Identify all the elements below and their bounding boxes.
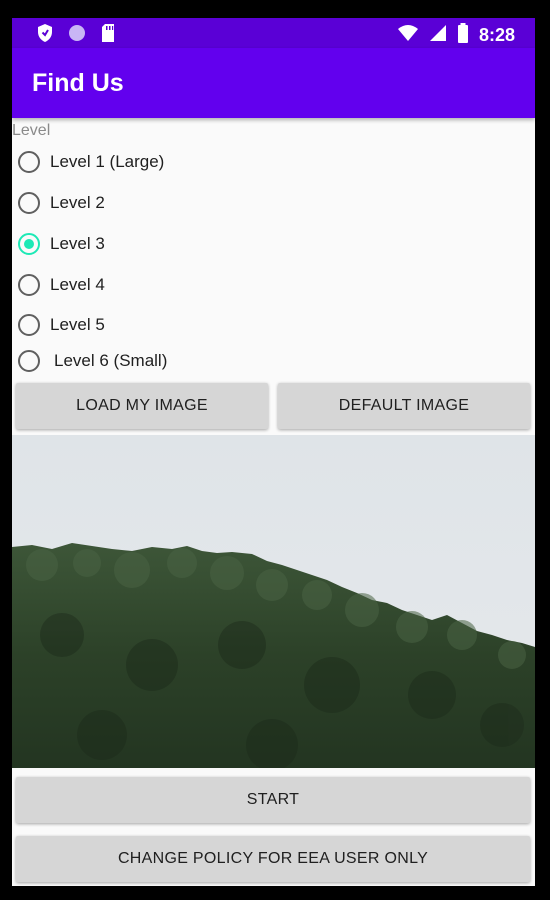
page-title: Find Us [32,69,124,97]
radio-label: Level 2 [50,193,105,212]
radio-level-1[interactable]: Level 1 (Large) [18,145,164,179]
default-image-button[interactable]: DEFAULT IMAGE [278,383,530,429]
radio-label: Level 1 (Large) [50,152,165,171]
radio-level-5[interactable]: Level 5 [18,308,105,342]
radio-level-3[interactable]: Level 3 [18,227,105,261]
app-screen: 8:28 Find Us Level Level 1 (Large) Level… [12,18,535,886]
level-group-label: Level [12,122,51,139]
change-policy-button[interactable]: CHANGE POLICY FOR EEA USER ONLY [16,836,530,882]
battery-icon [457,23,469,48]
radio-label: Level 3 [50,234,105,253]
app-bar: Find Us [12,48,535,118]
landscape-image [12,435,535,768]
start-button[interactable]: START [16,777,530,823]
radio-label: Level 6 (Small) [54,351,168,370]
signal-icon [429,24,447,47]
radio-button-icon[interactable] [18,274,40,296]
circle-icon [68,24,86,47]
radio-level-6[interactable]: Level 6 (Small) [18,344,167,378]
radio-button-checked-icon[interactable] [18,233,40,255]
status-time: 8:28 [478,25,515,45]
radio-level-2[interactable]: Level 2 [18,186,105,220]
status-bar: 8:28 [12,18,535,48]
radio-button-icon[interactable] [18,151,40,173]
radio-button-icon[interactable] [18,350,40,372]
wifi-icon [397,24,419,47]
radio-label: Level 5 [50,315,105,334]
radio-button-icon[interactable] [18,192,40,214]
radio-label: Level 4 [50,275,105,294]
radio-button-icon[interactable] [18,314,40,336]
shield-icon [36,23,54,48]
sd-card-icon [100,23,116,48]
load-my-image-button[interactable]: LOAD MY IMAGE [16,383,268,429]
radio-level-4[interactable]: Level 4 [18,268,105,302]
